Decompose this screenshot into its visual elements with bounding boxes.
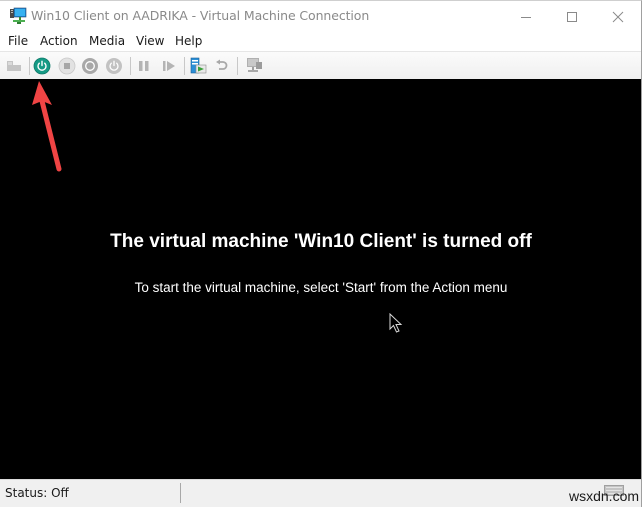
status-bar: Status: Off wsxdn.com <box>0 479 641 507</box>
checkpoint-button[interactable] <box>187 55 209 77</box>
resume-button[interactable] <box>158 55 180 77</box>
vm-start-instructions: To start the virtual machine, select 'St… <box>134 280 508 295</box>
ctrl-alt-del-button[interactable] <box>3 55 25 77</box>
save-state-icon <box>106 58 122 74</box>
enhanced-session-button[interactable] <box>243 55 265 77</box>
minimize-button[interactable] <box>503 1 549 32</box>
menu-view[interactable]: View <box>136 34 164 48</box>
shut-down-button[interactable] <box>79 55 101 77</box>
menu-file[interactable]: File <box>8 34 28 48</box>
maximize-icon <box>567 11 577 22</box>
checkpoint-icon <box>190 57 207 74</box>
save-button[interactable] <box>103 55 125 77</box>
vm-connection-window: Win10 Client on AADRIKA - Virtual Machin… <box>0 0 642 507</box>
minimize-icon <box>521 16 531 18</box>
shutdown-icon <box>82 58 98 74</box>
window-title: Win10 Client on AADRIKA - Virtual Machin… <box>31 8 370 23</box>
resume-icon <box>163 61 175 71</box>
pause-icon <box>139 61 149 71</box>
ctrl-alt-del-icon <box>7 61 21 71</box>
watermark-text: wsxdn.com <box>569 488 640 504</box>
menu-action[interactable]: Action <box>40 34 78 48</box>
mouse-cursor-icon <box>389 313 403 333</box>
menu-help[interactable]: Help <box>175 34 202 48</box>
toolbar <box>0 51 641 79</box>
vm-off-message: The virtual machine 'Win10 Client' is tu… <box>110 231 532 252</box>
toolbar-separator <box>29 57 30 75</box>
menu-bar: File Action Media View Help <box>0 32 641 51</box>
toolbar-separator <box>130 57 131 75</box>
enhanced-session-icon <box>247 58 262 72</box>
revert-icon <box>216 59 228 70</box>
start-button[interactable] <box>31 55 53 77</box>
annotation-arrow-icon <box>32 81 62 172</box>
vm-status: Status: Off <box>5 486 69 500</box>
close-button[interactable] <box>595 1 641 32</box>
revert-button[interactable] <box>211 55 233 77</box>
vm-connection-app-icon <box>10 7 27 24</box>
turn-off-button[interactable] <box>56 55 78 77</box>
vm-display[interactable]: The virtual machine 'Win10 Client' is tu… <box>0 79 641 479</box>
toolbar-separator <box>184 57 185 75</box>
power-start-icon <box>33 57 51 75</box>
close-icon <box>612 11 624 22</box>
maximize-button[interactable] <box>549 1 595 32</box>
menu-media[interactable]: Media <box>89 34 125 48</box>
toolbar-separator <box>237 57 238 75</box>
pause-button[interactable] <box>133 55 155 77</box>
stop-icon <box>58 57 76 75</box>
title-bar[interactable]: Win10 Client on AADRIKA - Virtual Machin… <box>0 1 641 32</box>
status-separator <box>180 483 181 503</box>
